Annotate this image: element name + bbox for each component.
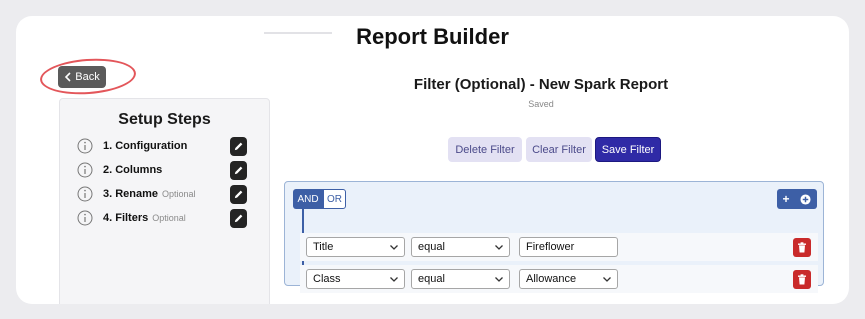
delete-filter-button[interactable]: Delete Filter xyxy=(448,137,522,162)
chevron-down-icon xyxy=(495,277,503,282)
delete-rule-button[interactable] xyxy=(793,270,811,289)
edit-configuration-button[interactable] xyxy=(230,137,247,156)
pencil-icon xyxy=(234,166,243,175)
info-icon xyxy=(77,186,93,202)
step-columns: 2. Columns xyxy=(77,160,247,180)
step-label: 4. Filters xyxy=(103,212,149,224)
step-optional: Optional xyxy=(162,189,196,199)
trash-icon xyxy=(798,274,806,285)
edit-columns-button[interactable] xyxy=(230,161,247,180)
add-rule-button[interactable]: + xyxy=(777,189,817,209)
setup-steps-title: Setup Steps xyxy=(118,111,211,128)
chevron-down-icon xyxy=(603,277,611,282)
operator-select[interactable]: equal xyxy=(411,237,510,257)
operator-select[interactable]: equal xyxy=(411,269,510,289)
field-select-value: Class xyxy=(313,273,341,285)
operator-select-value: equal xyxy=(418,273,445,285)
filter-rule-row: Title equal Fireflower xyxy=(300,233,818,261)
save-status: Saved xyxy=(528,99,554,109)
value-input[interactable]: Fireflower xyxy=(519,237,618,257)
info-icon xyxy=(77,138,93,154)
value-select[interactable]: Allowance xyxy=(519,269,618,289)
value-select-value: Allowance xyxy=(526,273,577,285)
chevron-down-icon xyxy=(495,245,503,250)
info-icon xyxy=(77,162,93,178)
step-filters: 4. Filters Optional xyxy=(77,208,247,228)
chevron-left-icon xyxy=(65,72,71,82)
pencil-icon xyxy=(234,142,243,151)
edit-filters-button[interactable] xyxy=(230,209,247,228)
step-label: 3. Rename xyxy=(103,188,159,200)
edit-rename-button[interactable] xyxy=(230,185,247,204)
clear-filter-button[interactable]: Clear Filter xyxy=(526,137,592,162)
chevron-down-icon xyxy=(390,277,398,282)
plus-circle-icon xyxy=(800,193,812,205)
trash-icon xyxy=(798,242,806,253)
and-toggle[interactable]: AND xyxy=(293,189,323,209)
report-builder-card: Report Builder Back Setup Steps 1. Confi… xyxy=(16,16,849,304)
field-select[interactable]: Title xyxy=(306,237,405,257)
page-title: Report Builder xyxy=(356,24,509,49)
step-optional: Optional xyxy=(152,213,186,223)
field-select[interactable]: Class xyxy=(306,269,405,289)
pencil-icon xyxy=(234,190,243,199)
field-select-value: Title xyxy=(313,241,334,253)
delete-rule-button[interactable] xyxy=(793,238,811,257)
step-configuration: 1. Configuration xyxy=(77,136,247,156)
info-icon xyxy=(77,210,93,226)
filter-title: Filter (Optional) - New Spark Report xyxy=(413,76,669,93)
operator-select-value: equal xyxy=(418,241,445,253)
add-rule-label: + xyxy=(782,192,790,206)
step-label: 2. Columns xyxy=(103,164,163,176)
chevron-down-icon xyxy=(390,245,398,250)
step-label: 1. Configuration xyxy=(103,140,188,152)
or-toggle[interactable]: OR xyxy=(323,189,346,209)
filter-group: AND OR + Title equal Fireflower Class eq… xyxy=(284,181,824,293)
setup-steps-panel: Setup Steps 1. Configuration 2. Columns xyxy=(59,98,270,304)
back-button-label: Back xyxy=(75,71,100,83)
back-button[interactable]: Back xyxy=(58,66,106,88)
save-filter-button[interactable]: Save Filter xyxy=(595,137,661,162)
pencil-icon xyxy=(234,214,243,223)
step-rename: 3. Rename Optional xyxy=(77,184,247,204)
filter-rule-row: Class equal Allowance xyxy=(300,265,818,293)
